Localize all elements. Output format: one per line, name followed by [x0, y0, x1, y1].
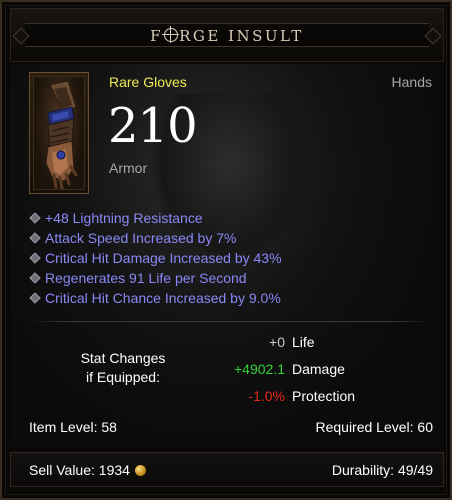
affix-text: Attack Speed Increased by 7% — [45, 230, 237, 246]
section-divider — [30, 321, 432, 322]
affix-text: Critical Hit Damage Increased by 43% — [45, 250, 282, 266]
affix-bullet-icon — [29, 292, 41, 304]
stat-change-row-life: +0 Life — [200, 334, 440, 354]
item-icon-frame — [29, 72, 89, 194]
stat-change-name: Protection — [292, 388, 356, 404]
required-level: Required Level: 60 — [315, 419, 433, 435]
affix-text: Critical Hit Chance Increased by 9.0% — [45, 290, 281, 306]
gold-coin-icon — [134, 465, 146, 476]
stat-changes-label-line2: if Equipped: — [86, 369, 160, 385]
stat-change-value: +4902.1 — [234, 361, 285, 377]
item-name-rest: RGE INSULT — [179, 27, 304, 45]
celtic-cross-glyph — [162, 26, 180, 43]
durability: Durability: 49/49 — [331, 462, 433, 478]
affix-item: Regenerates 91 Life per Second — [29, 270, 282, 290]
item-slot: Hands — [391, 74, 432, 90]
stat-change-row-protection: -1.0% Protection — [200, 388, 440, 408]
item-rarity: Rare Gloves — [109, 74, 187, 90]
affix-bullet-icon — [29, 212, 41, 224]
affix-bullet-icon — [29, 252, 41, 264]
item-name-first: F — [150, 27, 164, 45]
armor-label: Armor — [109, 160, 148, 176]
tooltip-body: Rare Gloves Hands 210 Armor +48 Lightnin… — [10, 64, 444, 447]
tooltip-header: F RGE INSULT — [10, 8, 444, 62]
gloves-icon — [45, 80, 78, 190]
affix-item: +48 Lightning Resistance — [29, 210, 282, 230]
stat-changes-label-line1: Stat Changes — [80, 350, 166, 366]
sell-value-text: Sell Value: 1934 — [29, 462, 130, 478]
affix-item: Critical Hit Damage Increased by 43% — [29, 250, 282, 270]
affix-text: Regenerates 91 Life per Second — [45, 270, 247, 286]
armor-value: 210 — [108, 98, 198, 154]
stat-changes-label: Stat Changes if Equipped: — [60, 349, 186, 387]
sell-value: Sell Value: 1934 — [29, 462, 146, 478]
affix-text: +48 Lightning Resistance — [45, 210, 203, 226]
affix-item: Critical Hit Chance Increased by 9.0% — [29, 290, 282, 310]
item-icon-slot — [33, 76, 85, 190]
affix-bullet-icon — [29, 232, 41, 244]
item-tooltip: F RGE INSULT Rare Gloves Hands 210 Armor… — [0, 0, 452, 500]
tooltip-footer: Sell Value: 1934 Durability: 49/49 — [10, 452, 444, 487]
affix-item: Attack Speed Increased by 7% — [29, 230, 282, 250]
item-name: F RGE INSULT — [11, 26, 443, 45]
affix-list: +48 Lightning Resistance Attack Speed In… — [29, 210, 282, 310]
stat-change-row-damage: +4902.1 Damage — [200, 361, 440, 381]
stat-change-name: Life — [292, 334, 315, 350]
stat-change-value: +0 — [269, 334, 285, 350]
affix-bullet-icon — [29, 272, 41, 284]
stat-change-value: -1.0% — [248, 388, 285, 404]
item-level: Item Level: 58 — [29, 419, 117, 435]
stat-change-name: Damage — [292, 361, 345, 377]
